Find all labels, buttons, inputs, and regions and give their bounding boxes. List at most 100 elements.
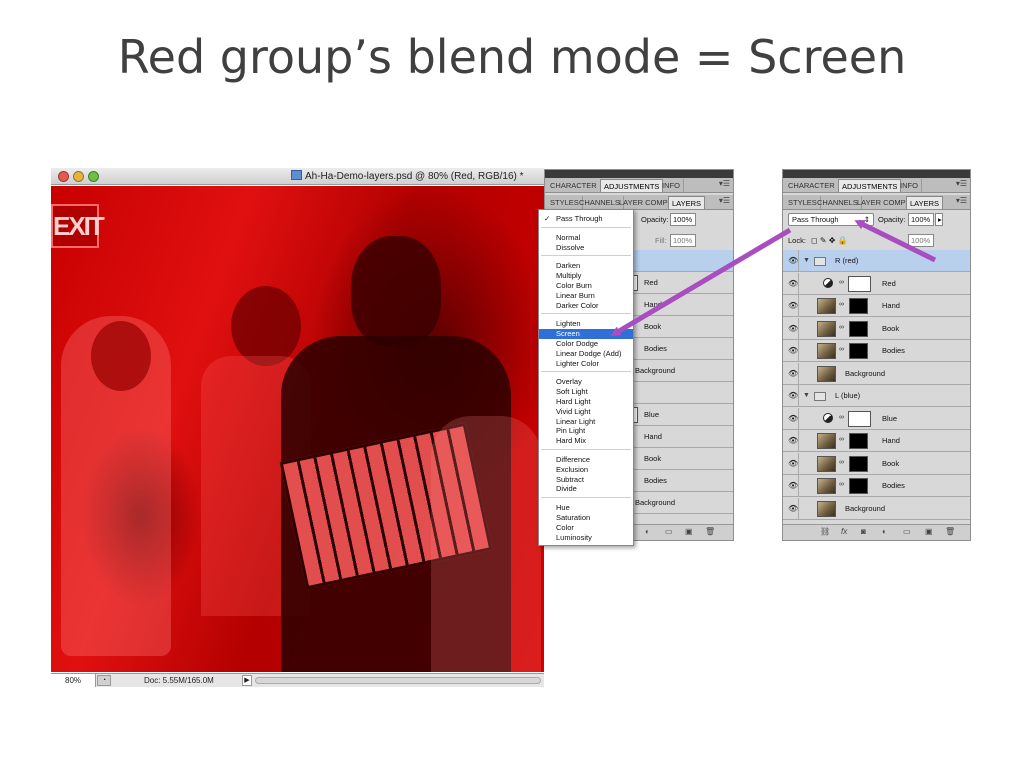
blend-mode-option[interactable]: Hard Mix [539,436,633,446]
fill-field[interactable]: 100% [908,234,934,247]
fx-icon[interactable]: fx [841,527,847,536]
visibility-toggle[interactable]: 👁 [783,295,799,317]
trash-icon[interactable]: 🗑 [705,527,715,536]
blend-mode-option[interactable]: Luminosity [539,533,633,543]
mask-link-icon[interactable]: ∞ [839,301,844,308]
preview-icon[interactable]: ◔ [97,675,111,686]
close-window-button[interactable] [58,171,69,182]
blend-mode-option[interactable]: Linear Light [539,417,633,427]
visibility-toggle[interactable]: 👁 [783,407,799,430]
adjustment-layer-icon[interactable]: ◐ [645,527,650,536]
opacity-field[interactable]: 100% [908,213,934,226]
zoom-window-button[interactable] [88,171,99,182]
layer-row[interactable]: 👁 ∞ Hand [783,295,970,317]
panel-menu-icon[interactable]: ▾☰ [956,179,967,188]
blend-mode-option[interactable]: Darken [539,261,633,271]
layer-row[interactable]: 👁 ∞ Bodies [783,340,970,362]
link-layers-icon[interactable]: ⛓ [820,527,830,536]
tab-character[interactable]: CHARACTER [785,179,839,192]
tab-layers[interactable]: LAYERS [906,196,944,209]
visibility-toggle[interactable]: 👁 [783,340,799,362]
add-mask-icon[interactable]: ◙ [861,527,866,536]
layer-group-row[interactable]: 👁 ▼ L (blue) [783,385,970,407]
tab-layers[interactable]: LAYERS [668,196,706,209]
lock-icons[interactable]: ◻ ✎ ✥ 🔒 [811,234,848,247]
mask-link-icon[interactable]: ∞ [839,459,844,466]
image-canvas[interactable]: EXIT [51,186,544,672]
blend-mode-option[interactable]: Linear Burn [539,291,633,301]
visibility-toggle[interactable]: 👁 [783,475,799,497]
blend-mode-option[interactable]: Overlay [539,377,633,387]
visibility-toggle[interactable]: 👁 [783,430,799,452]
blend-mode-option[interactable]: Lighten [539,319,633,329]
blend-mode-option[interactable]: Hard Light [539,397,633,407]
blend-mode-select[interactable]: Pass Through ⇕ [788,213,874,226]
mask-link-icon[interactable]: ∞ [839,346,844,353]
trash-icon[interactable]: 🗑 [945,527,955,536]
layer-row[interactable]: 👁 Background [783,497,970,520]
blend-mode-option[interactable]: Screen [539,329,633,340]
mask-link-icon[interactable]: ∞ [839,436,844,443]
opacity-field[interactable]: 100% [670,213,696,226]
blend-mode-option[interactable]: Color Burn [539,281,633,291]
new-layer-icon[interactable]: ▣ [925,527,933,536]
panel-drag-bar[interactable] [783,170,970,178]
panel-menu-icon[interactable]: ▾☰ [719,196,730,205]
blend-mode-option[interactable]: Soft Light [539,387,633,397]
blend-mode-option[interactable]: ✓ Pass Through [539,214,633,224]
visibility-toggle[interactable]: 👁 [783,250,799,272]
new-layer-icon[interactable]: ▣ [685,527,693,536]
tab-adjustments[interactable]: ADJUSTMENTS [600,179,664,192]
blend-mode-option[interactable]: Multiply [539,271,633,281]
layer-row[interactable]: 👁 ∞ Red [783,272,970,295]
layer-row[interactable]: 👁 ∞ Blue [783,407,970,430]
visibility-toggle[interactable]: 👁 [783,385,799,407]
visibility-toggle[interactable]: 👁 [783,497,799,520]
blend-mode-option[interactable]: Hue [539,503,633,513]
tab-layer-comps[interactable]: LAYER COMP [854,196,910,209]
fill-field[interactable]: 100% [670,234,696,247]
layer-group-row[interactable]: 👁 ▼ R (red) [783,250,970,272]
tab-info[interactable]: INFO [659,179,684,192]
blend-mode-option[interactable]: Saturation [539,513,633,523]
opacity-slider-arrow[interactable]: ▸ [935,213,943,226]
mask-link-icon[interactable]: ∞ [839,414,844,421]
visibility-toggle[interactable]: 👁 [783,452,799,475]
mask-link-icon[interactable]: ∞ [839,324,844,331]
new-group-icon[interactable]: ▭ [903,527,911,536]
blend-mode-option[interactable]: Pin Light [539,426,633,436]
visibility-toggle[interactable]: 👁 [783,362,799,385]
layer-row[interactable]: 👁 ∞ Bodies [783,475,970,497]
mask-link-icon[interactable]: ∞ [839,279,844,286]
blend-mode-option[interactable]: Color [539,523,633,533]
blend-mode-option[interactable]: Difference [539,455,633,465]
adjustment-layer-icon[interactable]: ◐ [882,527,887,536]
tab-info[interactable]: INFO [897,179,922,192]
status-menu-arrow-icon[interactable]: ▶ [242,675,252,686]
panel-menu-icon[interactable]: ▾☰ [719,179,730,188]
blend-mode-option[interactable]: Divide [539,484,633,494]
layer-row[interactable]: 👁 ∞ Book [783,317,970,340]
blend-mode-option[interactable]: Dissolve [539,243,633,253]
blend-mode-dropdown-menu[interactable]: ✓ Pass Through Normal Dissolve Darken Multipl… [538,209,634,546]
layer-row[interactable]: 👁 ∞ Hand [783,430,970,452]
blend-mode-option[interactable]: Vivid Light [539,407,633,417]
horizontal-scrollbar[interactable] [255,677,541,684]
visibility-toggle[interactable]: 👁 [783,317,799,340]
blend-mode-option[interactable]: Lighter Color [539,359,633,369]
zoom-level-field[interactable]: 80% [51,674,96,687]
tab-adjustments[interactable]: ADJUSTMENTS [838,179,902,192]
blend-mode-option[interactable]: Darker Color [539,301,633,311]
panel-drag-bar[interactable] [545,170,733,178]
new-group-icon[interactable]: ▭ [665,527,673,536]
panel-menu-icon[interactable]: ▾☰ [956,196,967,205]
layer-row[interactable]: 👁 Background [783,362,970,385]
layer-row[interactable]: 👁 ∞ Book [783,452,970,475]
blend-mode-option[interactable]: Normal [539,233,633,243]
tab-character[interactable]: CHARACTER [547,179,601,192]
blend-mode-option[interactable]: Linear Dodge (Add) [539,349,633,359]
mask-link-icon[interactable]: ∞ [839,481,844,488]
blend-mode-option[interactable]: Subtract [539,475,633,485]
disclosure-triangle-icon[interactable]: ▼ [803,257,810,264]
blend-mode-option[interactable]: Color Dodge [539,339,633,349]
